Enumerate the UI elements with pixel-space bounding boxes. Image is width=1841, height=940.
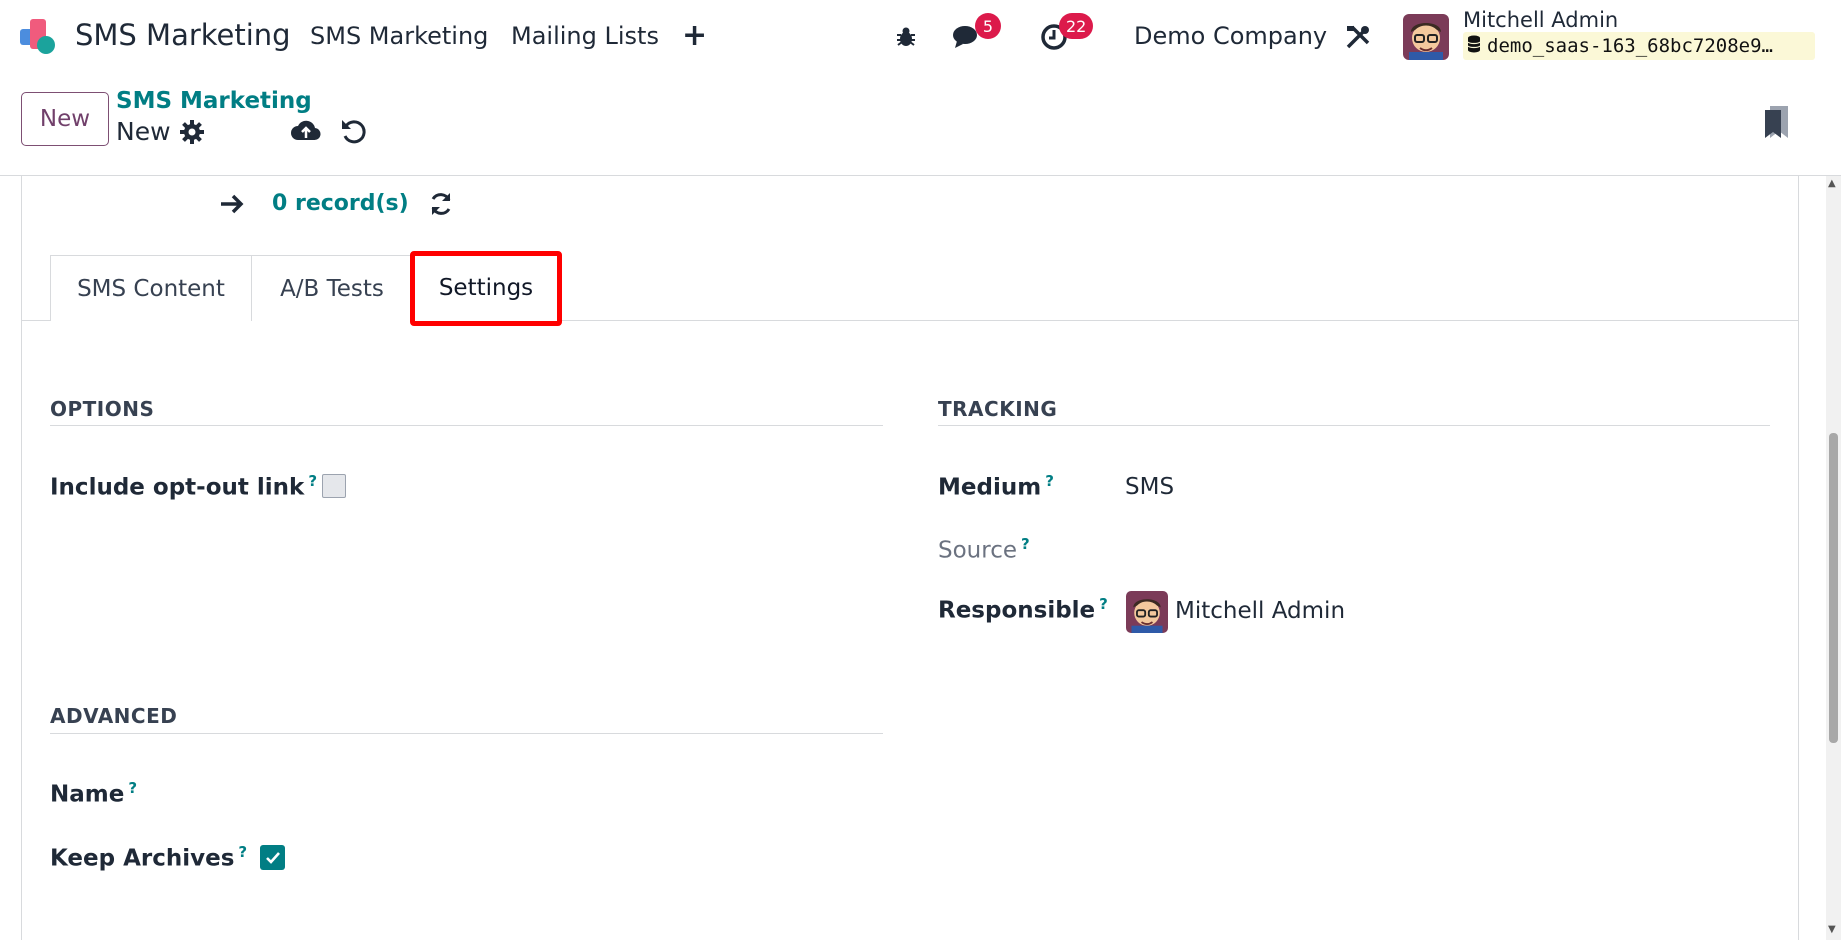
database-chip: demo_saas-163_68bc7208e9… <box>1463 32 1815 60</box>
options-section-title: OPTIONS <box>50 397 155 421</box>
tab-settings[interactable]: Settings <box>412 255 560 321</box>
app-name[interactable]: SMS Marketing <box>75 18 291 52</box>
breadcrumb[interactable]: SMS Marketing <box>116 88 312 114</box>
keep-archives-label: Keep Archives? <box>50 843 248 872</box>
tracking-divider <box>938 425 1770 426</box>
source-field[interactable] <box>1125 537 1765 567</box>
record-name: New <box>116 117 171 146</box>
options-divider <box>50 425 883 426</box>
name-label: Name? <box>50 779 138 808</box>
scroll-down-arrow-icon[interactable]: ▼ <box>1828 924 1836 935</box>
name-field[interactable] <box>260 781 880 811</box>
tab-sms-content[interactable]: SMS Content <box>50 255 252 321</box>
tools-icon[interactable] <box>1341 20 1375 54</box>
company-switcher[interactable]: Demo Company <box>1134 22 1327 50</box>
responsible-field[interactable]: Mitchell Admin <box>1175 598 1345 624</box>
scroll-up-arrow-icon[interactable]: ▲ <box>1828 178 1836 189</box>
top-navbar: SMS Marketing SMS Marketing Mailing List… <box>0 0 1841 72</box>
gear-icon[interactable] <box>178 118 206 146</box>
menu-mailing-lists[interactable]: Mailing Lists <box>511 22 659 50</box>
control-panel: New SMS Marketing New <box>0 72 1841 176</box>
new-button[interactable]: New <box>21 92 109 146</box>
help-icon[interactable]: ? <box>1045 472 1054 490</box>
help-icon[interactable]: ? <box>128 779 137 797</box>
help-icon[interactable]: ? <box>1021 535 1030 553</box>
add-menu-button[interactable]: + <box>682 18 707 53</box>
check-icon <box>265 851 280 864</box>
user-avatar[interactable] <box>1403 14 1449 60</box>
keep-archives-checkbox[interactable] <box>260 845 285 870</box>
undo-icon[interactable] <box>338 116 368 146</box>
tab-ab-tests[interactable]: A/B Tests <box>251 255 413 321</box>
recipients-count-link[interactable]: 0 record(s) <box>272 191 409 216</box>
menu-sms-marketing[interactable]: SMS Marketing <box>310 22 488 50</box>
refresh-icon[interactable] <box>428 191 454 217</box>
advanced-divider <box>50 733 883 734</box>
database-icon <box>1467 35 1481 58</box>
messages-badge: 5 <box>975 13 1001 39</box>
app-logo-icon[interactable] <box>18 17 58 57</box>
bookmark-icon[interactable] <box>1762 104 1792 140</box>
source-label: Source? <box>938 535 1030 564</box>
medium-field[interactable]: SMS <box>1125 474 1174 500</box>
help-icon[interactable]: ? <box>238 843 247 861</box>
arrow-right-icon <box>221 194 244 214</box>
database-name: demo_saas-163_68bc7208e9… <box>1487 35 1773 57</box>
scrollbar-thumb[interactable] <box>1829 433 1838 743</box>
cloud-upload-icon[interactable] <box>290 116 322 146</box>
user-name[interactable]: Mitchell Admin <box>1463 8 1618 32</box>
include-optout-checkbox[interactable] <box>322 474 346 498</box>
responsible-avatar <box>1126 591 1168 633</box>
include-optout-label: Include opt-out link? <box>50 472 318 501</box>
bug-icon[interactable] <box>889 20 923 54</box>
responsible-label: Responsible? <box>938 595 1108 624</box>
activities-badge: 22 <box>1059 13 1094 39</box>
tracking-section-title: TRACKING <box>938 397 1058 421</box>
medium-label: Medium? <box>938 472 1054 501</box>
help-icon[interactable]: ? <box>1099 595 1108 613</box>
advanced-section-title: ADVANCED <box>50 704 178 728</box>
help-icon[interactable]: ? <box>308 472 317 490</box>
